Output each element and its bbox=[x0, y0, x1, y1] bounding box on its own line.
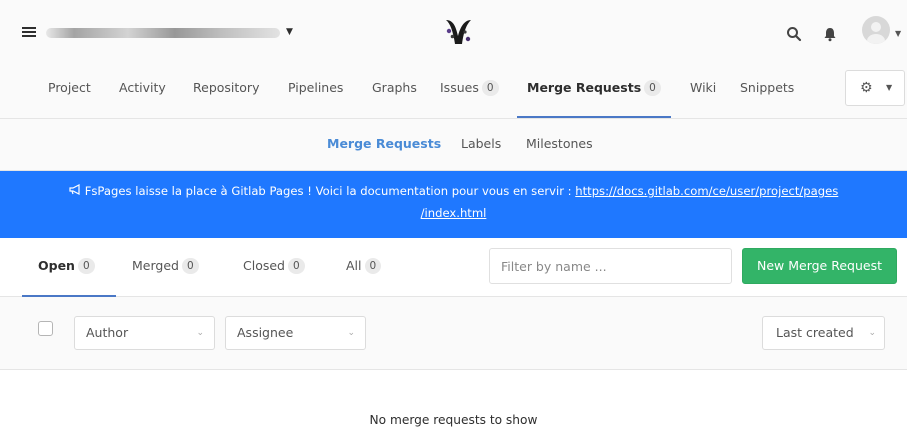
subnav-milestones[interactable]: Milestones bbox=[526, 136, 593, 151]
sub-nav: Merge Requests Labels Milestones bbox=[0, 119, 907, 171]
chevron-down-icon: ▼ bbox=[886, 83, 893, 92]
gear-icon: ⚙ bbox=[860, 80, 873, 96]
tab-label: Wiki bbox=[690, 80, 717, 95]
tab-all[interactable]: All 0 bbox=[346, 258, 382, 274]
subnav-merge-requests[interactable]: Merge Requests bbox=[327, 136, 441, 151]
chevron-down-icon[interactable]: ▼ bbox=[895, 29, 901, 38]
merged-count-badge: 0 bbox=[181, 258, 199, 274]
bell-icon[interactable] bbox=[822, 26, 838, 42]
issues-count-badge: 0 bbox=[481, 80, 499, 96]
tab-merged[interactable]: Merged 0 bbox=[132, 258, 199, 274]
tab-label: Closed bbox=[243, 258, 285, 273]
search-icon[interactable] bbox=[786, 26, 802, 42]
open-count-badge: 0 bbox=[77, 258, 95, 274]
tab-label: Repository bbox=[193, 80, 260, 95]
sort-label: Last created bbox=[776, 325, 854, 340]
project-settings-button[interactable]: ⚙ ▼ bbox=[845, 70, 905, 106]
author-label: Author bbox=[86, 325, 129, 340]
all-count-badge: 0 bbox=[364, 258, 382, 274]
author-dropdown[interactable]: Author ⌄ bbox=[74, 316, 215, 350]
merge-requests-count-badge: 0 bbox=[644, 80, 661, 96]
project-nav: Project Activity Repository Pipelines Gr… bbox=[0, 66, 907, 119]
chevron-down-icon: ⌄ bbox=[868, 328, 876, 338]
tab-snippets[interactable]: Snippets bbox=[740, 66, 794, 119]
tab-label: Pipelines bbox=[288, 80, 344, 95]
tab-open[interactable]: Open 0 bbox=[38, 258, 95, 274]
tab-project[interactable]: Project bbox=[48, 66, 91, 119]
broadcast-link-cont[interactable]: /index.html bbox=[421, 206, 487, 220]
tab-label: Graphs bbox=[372, 80, 417, 95]
gitlab-logo[interactable] bbox=[440, 14, 476, 50]
chevron-down-icon: ⌄ bbox=[196, 328, 204, 338]
filter-by-name-input[interactable] bbox=[489, 248, 732, 284]
tab-wiki[interactable]: Wiki bbox=[690, 66, 716, 119]
megaphone-icon bbox=[69, 180, 81, 202]
project-title-blurred[interactable] bbox=[46, 28, 280, 38]
tab-issues[interactable]: Issues 0 bbox=[440, 66, 499, 119]
tab-activity[interactable]: Activity bbox=[119, 66, 166, 119]
menu-icon[interactable] bbox=[22, 27, 36, 37]
tab-label: Snippets bbox=[740, 80, 795, 95]
tab-merge-requests[interactable]: Merge Requests 0 bbox=[517, 66, 671, 118]
broadcast-link[interactable]: https://docs.gitlab.com/ce/user/project/… bbox=[575, 184, 838, 198]
tab-pipelines[interactable]: Pipelines bbox=[288, 66, 343, 119]
select-all-checkbox[interactable] bbox=[38, 321, 53, 336]
tab-graphs[interactable]: Graphs bbox=[372, 66, 417, 119]
tab-closed[interactable]: Closed 0 bbox=[243, 258, 305, 274]
tab-label: Activity bbox=[119, 80, 166, 95]
tab-label: Merged bbox=[132, 258, 179, 273]
user-silhouette-icon bbox=[867, 22, 885, 44]
broadcast-text: FsPages laisse la place à Gitlab Pages !… bbox=[84, 184, 572, 198]
subnav-labels[interactable]: Labels bbox=[461, 136, 501, 151]
closed-count-badge: 0 bbox=[288, 258, 305, 274]
tab-label: Merge Requests bbox=[527, 80, 642, 95]
chevron-down-icon[interactable]: ▼ bbox=[286, 27, 298, 39]
tab-label: Project bbox=[48, 80, 91, 95]
tab-label: Issues bbox=[440, 80, 479, 95]
assignee-label: Assignee bbox=[237, 325, 294, 340]
chevron-down-icon: ⌄ bbox=[347, 328, 355, 338]
top-header: ▼ ▼ bbox=[0, 0, 907, 66]
avatar[interactable] bbox=[862, 16, 890, 44]
tab-label: Open bbox=[38, 258, 75, 273]
new-merge-request-button[interactable]: New Merge Request bbox=[742, 248, 897, 284]
assignee-dropdown[interactable]: Assignee ⌄ bbox=[225, 316, 366, 350]
broadcast-banner: FsPages laisse la place à Gitlab Pages !… bbox=[0, 171, 907, 238]
tab-repository[interactable]: Repository bbox=[193, 66, 259, 119]
sort-dropdown[interactable]: Last created ⌄ bbox=[762, 316, 885, 350]
empty-state-text: No merge requests to show bbox=[369, 413, 538, 427]
tab-label: All bbox=[346, 258, 362, 273]
